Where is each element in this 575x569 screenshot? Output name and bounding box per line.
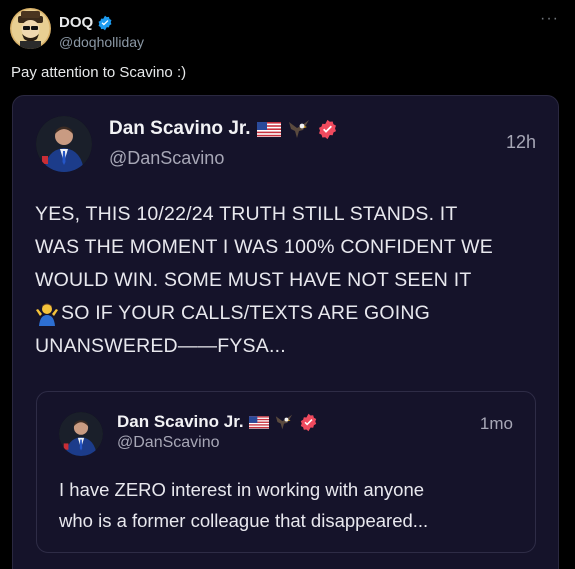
us-flag-emoji-icon xyxy=(256,121,281,137)
card-timestamp[interactable]: 12h xyxy=(506,132,536,153)
person-shrugging-emoji-icon xyxy=(36,303,58,326)
quote-body-text: I have ZERO interest in working with any… xyxy=(59,474,529,536)
quote-timestamp[interactable]: 1mo xyxy=(480,414,513,434)
card-author-name-row: Dan Scavino Jr. xyxy=(109,118,338,140)
author-handle[interactable]: @doqholliday xyxy=(59,34,144,50)
author-name[interactable]: DOQ xyxy=(59,14,93,31)
us-flag-emoji-icon xyxy=(248,415,269,429)
truth-verified-badge-icon xyxy=(318,119,336,139)
card-author-handle[interactable]: @DanScavino xyxy=(109,148,224,169)
embedded-post-card[interactable]: Dan Scavino Jr. @DanScavino 12h YES, THI… xyxy=(12,95,559,569)
post-text: Pay attention to Scavino :) xyxy=(11,64,187,81)
author-name-row: DOQ xyxy=(59,14,113,31)
card-body-line: YES, THIS 10/22/24 TRUTH STILL STANDS. I… xyxy=(35,203,458,225)
truth-verified-badge-icon xyxy=(300,413,316,431)
quote-author-name-row: Dan Scavino Jr. xyxy=(117,412,318,432)
post-header: DOQ @doqholliday ··· xyxy=(10,6,565,50)
card-body-line: WAS THE MOMENT I WAS 100% CONFIDENT WE xyxy=(35,236,493,258)
author-avatar[interactable] xyxy=(10,8,51,49)
card-author-name[interactable]: Dan Scavino Jr. xyxy=(109,118,251,140)
card-body-line: UNANSWERED——FYSA... xyxy=(35,335,286,357)
quote-author-name[interactable]: Dan Scavino Jr. xyxy=(117,412,244,432)
quote-body-line: I have ZERO interest in working with any… xyxy=(59,479,425,500)
eagle-emoji-icon xyxy=(288,120,309,138)
quote-author-avatar[interactable] xyxy=(59,412,103,456)
quote-body-line: who is a former colleague that disappear… xyxy=(59,510,429,531)
card-body-line: SO IF YOUR CALLS/TEXTS ARE GOING xyxy=(61,302,431,324)
card-body-line: WOULD WIN. SOME MUST HAVE NOT SEEN IT xyxy=(35,269,472,291)
verified-badge-icon xyxy=(98,15,112,30)
quote-author-handle[interactable]: @DanScavino xyxy=(117,434,220,452)
eagle-emoji-icon xyxy=(275,414,292,430)
card-body-text: YES, THIS 10/22/24 TRUTH STILL STANDS. I… xyxy=(35,198,535,363)
more-options-icon[interactable]: ··· xyxy=(540,10,559,28)
quoted-post[interactable]: Dan Scavino Jr. @DanScavino 1mo I have Z… xyxy=(36,391,536,553)
card-body-line-with-emoji: SO IF YOUR CALLS/TEXTS ARE GOING xyxy=(35,297,535,330)
card-author-avatar[interactable] xyxy=(36,116,92,172)
